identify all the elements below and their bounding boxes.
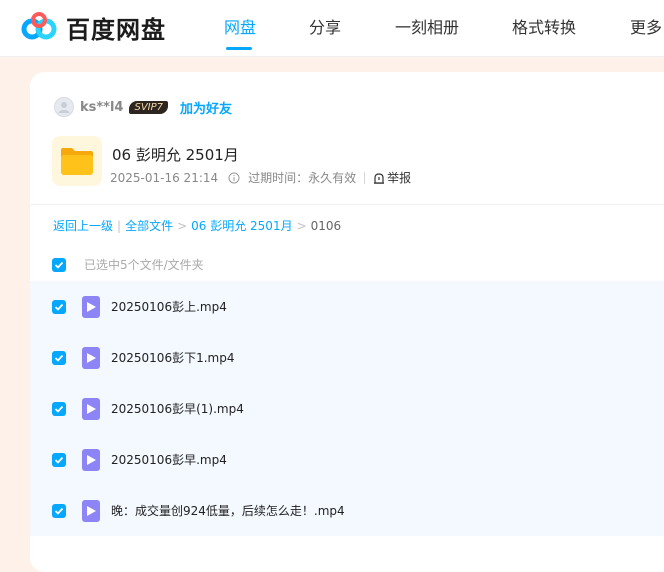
nav-item-share[interactable]: 分享 [309,14,341,38]
breadcrumb-back[interactable]: 返回上一级 [53,217,113,234]
share-card: ks**l4 SVIP7 加为好友 06 彭明允 2501月 2025-01-1… [30,72,664,572]
file-checkbox[interactable] [52,350,66,365]
file-row[interactable]: 20250106彭上.mp4 [30,281,664,332]
sharer-name[interactable]: ks**l4 [80,100,123,115]
select-all-row: 已选中5个文件/文件夹 [52,256,204,273]
add-friend-link[interactable]: 加为好友 [180,98,232,117]
avatar[interactable] [54,97,74,117]
nav-active-indicator [226,47,252,50]
brand-name: 百度网盘 [66,15,166,44]
vip-badge: SVIP7 [129,100,169,114]
file-name[interactable]: 晚：成交量创924低量，后续怎么走！.mp4 [111,502,345,519]
file-checkbox[interactable] [52,503,66,518]
baidu-netdisk-logo-icon [21,12,57,40]
breadcrumb-chevron-icon: > [177,218,188,233]
user-icon [58,102,70,113]
checkmark-icon [54,456,64,464]
expire-time: 过期时间：永久有效 [248,171,357,185]
play-icon [86,403,96,414]
checkmark-icon [54,303,64,311]
breadcrumb: 返回上一级 | 全部文件 > 06 彭明允 2501月 > 0106 [53,217,341,234]
file-checkbox[interactable] [52,452,66,467]
file-name[interactable]: 20250106彭早.mp4 [111,451,227,468]
play-icon [86,505,96,516]
file-row[interactable]: 20250106彭早(1).mp4 [30,383,664,434]
brand-logo[interactable]: 百度网盘 [20,10,166,44]
video-file-icon [82,499,100,522]
info-icon[interactable] [228,172,240,184]
checkmark-icon [54,261,64,269]
nav-item-album[interactable]: 一刻相册 [395,14,459,38]
report-label: 举报 [387,171,412,185]
select-all-checkbox[interactable] [52,257,66,272]
file-name[interactable]: 20250106彭早(1).mp4 [111,400,244,417]
nav-item-convert[interactable]: 格式转换 [512,14,576,38]
checkmark-icon [54,507,64,515]
section-divider [30,204,664,205]
checkmark-icon [54,354,64,362]
share-title: 06 彭明允 2501月 [112,146,239,164]
file-row[interactable]: 20250106彭下1.mp4 [30,332,664,383]
breadcrumb-all-files[interactable]: 全部文件 [125,217,173,234]
sharer-info: ks**l4 SVIP7 加为好友 [54,96,232,118]
nav-item-more[interactable]: 更多 [630,14,662,38]
file-row[interactable]: 晚：成交量创924低量，后续怎么走！.mp4 [30,485,664,536]
file-list: 20250106彭上.mp4 20250106彭下1.mp4 20250106彭… [30,281,664,536]
play-icon [86,454,96,465]
video-file-icon [82,295,100,318]
checkmark-icon [54,405,64,413]
file-checkbox[interactable] [52,299,66,314]
nav-item-netdisk[interactable]: 网盘 [224,14,256,38]
folder-icon [61,148,93,175]
share-meta: 2025-01-16 21:14 过期时间：永久有效 举报 [110,169,411,186]
breadcrumb-chevron-icon: > [296,218,307,233]
breadcrumb-folder[interactable]: 06 彭明允 2501月 [191,217,292,234]
video-file-icon [82,397,100,420]
breadcrumb-current: 0106 [310,218,342,233]
video-file-icon [82,448,100,471]
breadcrumb-pipe: | [117,218,122,233]
file-name[interactable]: 20250106彭下1.mp4 [111,349,234,366]
meta-divider [364,171,366,184]
top-navbar: 百度网盘 网盘 分享 一刻相册 格式转换 更多 [0,0,664,57]
report-button[interactable]: 举报 [373,169,411,186]
file-row[interactable]: 20250106彭早.mp4 [30,434,664,485]
video-file-icon [82,346,100,369]
play-icon [86,301,96,312]
file-checkbox[interactable] [52,401,66,416]
report-icon [374,172,385,184]
play-icon [86,352,96,363]
share-folder-thumbnail [52,136,102,186]
selection-count: 已选中5个文件/文件夹 [84,258,204,272]
share-date: 2025-01-16 21:14 [110,170,219,185]
file-name[interactable]: 20250106彭上.mp4 [111,298,227,315]
